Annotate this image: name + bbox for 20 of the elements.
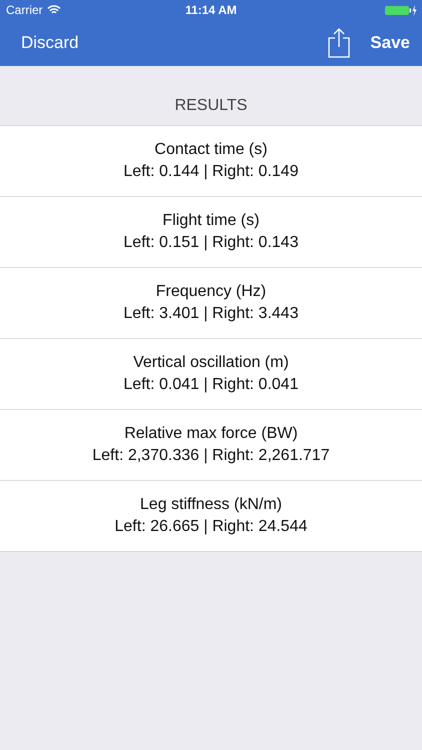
result-title: Relative max force (BW) <box>124 424 298 444</box>
result-value: Left: 0.151 | Right: 0.143 <box>124 233 298 253</box>
result-value: Left: 0.041 | Right: 0.041 <box>124 375 298 395</box>
battery-icon <box>385 4 417 16</box>
discard-button[interactable]: Discard <box>21 33 79 53</box>
result-title: Frequency (Hz) <box>156 282 266 302</box>
result-value: Left: 2,370.336 | Right: 2,261.717 <box>92 446 330 466</box>
wifi-icon <box>46 5 61 15</box>
share-icon[interactable] <box>328 28 350 58</box>
save-button[interactable]: Save <box>370 33 410 53</box>
result-title: Flight time (s) <box>162 211 260 231</box>
result-value: Left: 3.401 | Right: 3.443 <box>124 304 298 324</box>
result-value: Left: 0.144 | Right: 0.149 <box>124 162 298 182</box>
section-header: RESULTS <box>174 96 248 116</box>
result-title: Contact time (s) <box>154 140 268 160</box>
result-value: Left: 26.665 | Right: 24.544 <box>114 517 308 537</box>
result-title: Vertical oscillation (m) <box>133 353 289 373</box>
carrier-label: Carrier <box>6 3 43 17</box>
result-title: Leg stiffness (kN/m) <box>140 495 282 515</box>
status-time: 11:14 AM <box>185 3 237 17</box>
